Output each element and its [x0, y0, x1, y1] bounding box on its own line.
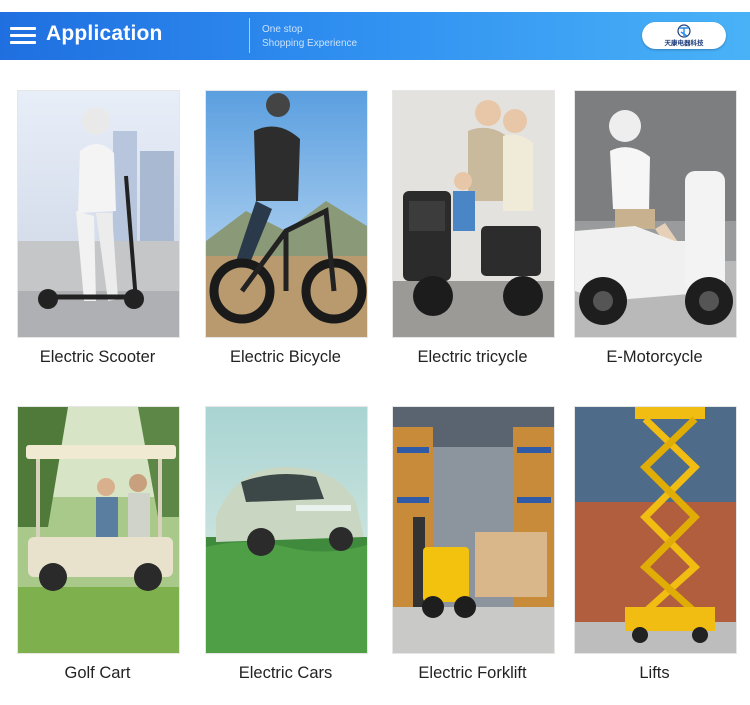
company-logo[interactable]: 天康电器科技	[642, 22, 726, 49]
product-label[interactable]: E-Motorcycle	[554, 348, 750, 367]
product-label[interactable]: Lifts	[554, 664, 750, 683]
scissor-lift-photo[interactable]	[574, 406, 737, 654]
header-divider	[249, 18, 250, 53]
slogan-line-2: Shopping Experience	[262, 38, 358, 49]
product-label[interactable]: Golf Cart	[0, 664, 198, 683]
menu-icon[interactable]	[10, 27, 36, 45]
app-header: Application One stop Shopping Experience…	[0, 12, 750, 60]
electric-forklift-photo[interactable]	[392, 406, 555, 654]
product-label[interactable]: Electric tricycle	[372, 348, 573, 367]
header-slogan: One stop Shopping Experience	[262, 23, 357, 51]
product-label[interactable]: Electric Bicycle	[185, 348, 386, 367]
electric-scooter-photo[interactable]	[17, 90, 180, 338]
product-label[interactable]: Electric Cars	[185, 664, 386, 683]
logo-text: 天康电器科技	[664, 40, 704, 47]
electric-tricycle-photo[interactable]	[392, 90, 555, 338]
logo-mark-icon	[677, 24, 691, 38]
slogan-line-1: One stop	[262, 24, 303, 35]
e-motorcycle-photo[interactable]	[574, 90, 737, 338]
product-label[interactable]: Electric Scooter	[0, 348, 198, 367]
product-label[interactable]: Electric Forklift	[372, 664, 573, 683]
golf-cart-photo[interactable]	[17, 406, 180, 654]
electric-car-photo[interactable]	[205, 406, 368, 654]
electric-bicycle-photo[interactable]	[205, 90, 368, 338]
page-title: Application	[46, 22, 163, 45]
